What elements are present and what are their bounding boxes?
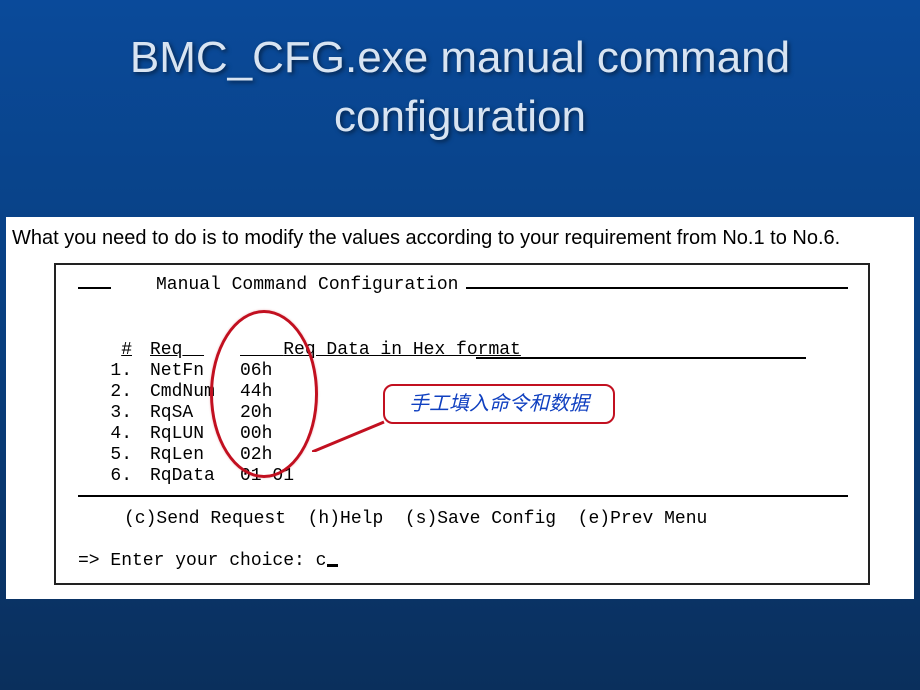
- row-val: 20h: [240, 403, 310, 423]
- row-num: 6.: [88, 466, 150, 486]
- col-header-num: #: [121, 340, 132, 360]
- prompt-input: c: [316, 551, 327, 571]
- row-req: RqLen: [150, 445, 240, 465]
- row-val: 06h: [240, 361, 310, 381]
- row-val: 00h: [240, 424, 310, 444]
- row-num: 3.: [88, 403, 150, 423]
- callout-box: 手工填入命令和数据: [383, 384, 615, 424]
- row-val: 01 01: [240, 466, 310, 486]
- footer-divider: [78, 495, 848, 497]
- terminal-box: Manual Command Configuration # Req Req D…: [54, 263, 870, 585]
- footer-menu: (c)Send Request (h)Help (s)Save Config (…: [124, 509, 707, 529]
- terminal-header: Manual Command Configuration: [56, 287, 868, 288]
- row-req: RqSA: [150, 403, 240, 423]
- terminal-header-label: Manual Command Configuration: [148, 275, 466, 295]
- row-num: 4.: [88, 424, 150, 444]
- table-row: 3. RqSA 20h: [88, 403, 310, 423]
- row-req: NetFn: [150, 361, 240, 381]
- col-header-req: Req: [150, 340, 182, 360]
- row-req: RqData: [150, 466, 240, 486]
- row-val: 02h: [240, 445, 310, 465]
- table-row: 5. RqLen 02h: [88, 445, 310, 465]
- table-row: 2. CmdNum 44h: [88, 382, 310, 402]
- slide-title: BMC_CFG.exe manual command configuration: [0, 0, 920, 167]
- row-val: 44h: [240, 382, 310, 402]
- header-underline-right: [476, 357, 806, 359]
- table-row: 1. NetFn 06h: [88, 361, 310, 381]
- instruction-text: What you need to do is to modify the val…: [6, 217, 914, 258]
- prompt-label: => Enter your choice:: [78, 551, 316, 571]
- table-header-row: # Req: [88, 340, 240, 360]
- row-num: 2.: [88, 382, 150, 402]
- row-req: RqLUN: [150, 424, 240, 444]
- row-req: CmdNum: [150, 382, 240, 402]
- cursor-icon: [327, 564, 338, 567]
- row-num: 1.: [88, 361, 150, 381]
- prompt-row: => Enter your choice: c: [78, 551, 338, 571]
- row-num: 5.: [88, 445, 150, 465]
- table-row: 4. RqLUN 00h: [88, 424, 310, 444]
- table-row: 6. RqData 01 01: [88, 466, 310, 486]
